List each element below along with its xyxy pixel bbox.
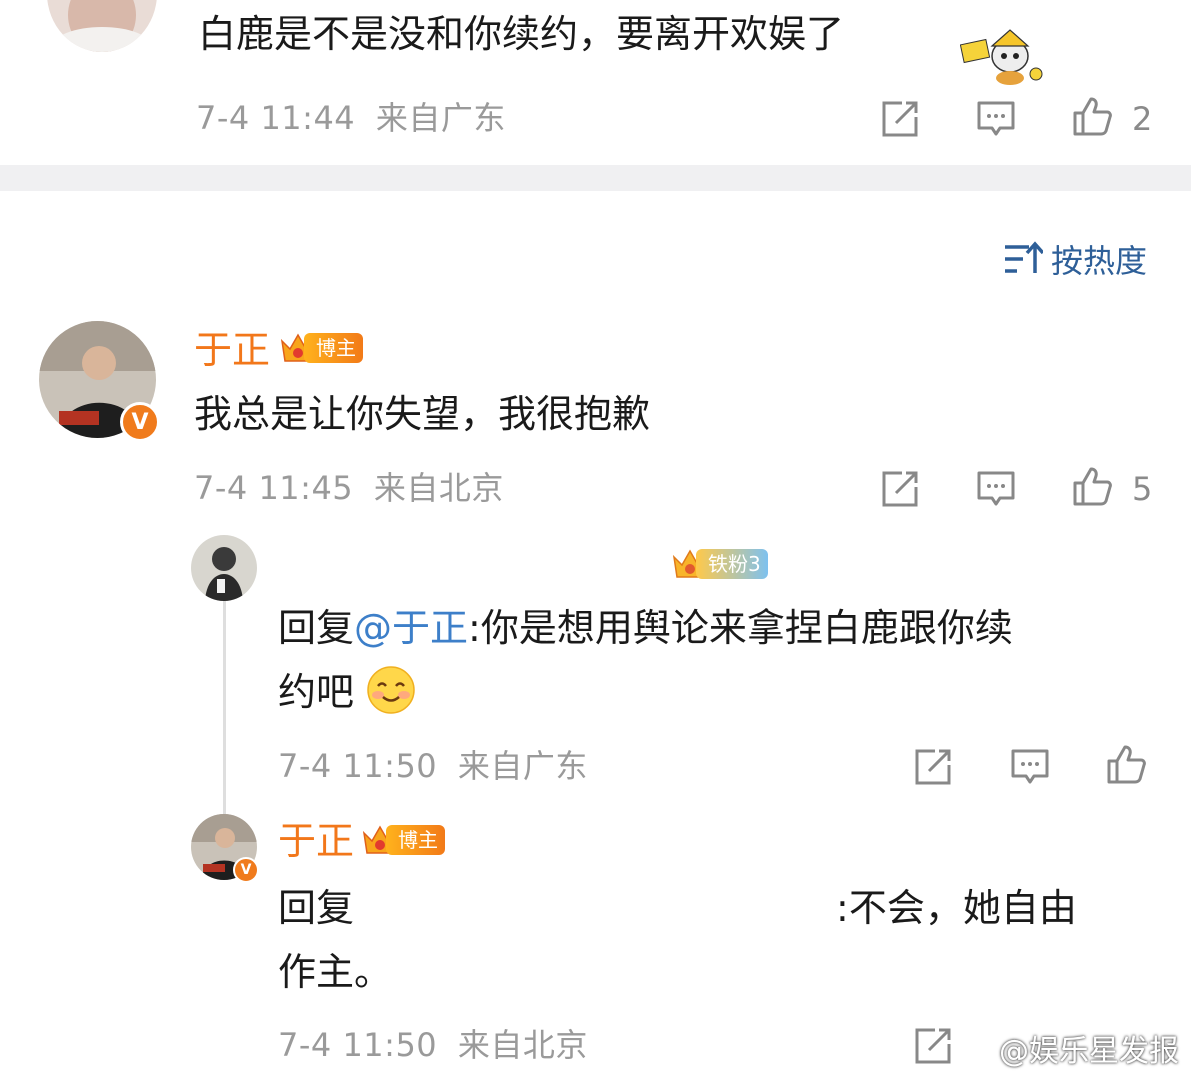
thumbs-up-icon[interactable] <box>1072 96 1112 136</box>
comment-time: 7-4 11:45 <box>194 469 354 507</box>
reply-body: :你是想用舆论来拿捏白鹿跟你续 <box>468 606 1013 650</box>
blogger-badge: 博主 <box>280 331 363 365</box>
sort-icon <box>1005 241 1043 273</box>
smile-emoji-icon <box>367 666 415 714</box>
share-icon[interactable] <box>880 99 920 139</box>
sort-label: 按热度 <box>1051 242 1148 280</box>
watermark-text: @娱乐星发报 <box>999 1034 1179 1069</box>
reply-prefix: 回复 <box>278 886 355 930</box>
reply-body-cont: 作主。 <box>278 950 393 994</box>
comment-text: 白鹿是不是没和你续约，要离开欢娱了 <box>198 12 845 56</box>
section-divider <box>0 165 1191 191</box>
comment-icon[interactable] <box>976 469 1016 509</box>
badge-label: 铁粉3 <box>696 549 768 579</box>
reply-body-cont: 约吧 <box>278 670 355 714</box>
badge-label: 博主 <box>304 333 363 363</box>
like-count: 5 <box>1132 470 1153 508</box>
reply-text: 回复 :不会，她自由 作主。 <box>278 876 1158 1004</box>
share-icon[interactable] <box>913 1026 953 1066</box>
comment-meta: 7-4 11:45 来自北京 <box>194 472 504 504</box>
redacted-username <box>354 891 836 931</box>
mention-link[interactable]: @于正 <box>354 606 468 650</box>
blogger-badge: 博主 <box>362 823 445 857</box>
comment-time: 7-4 11:44 <box>196 99 356 137</box>
reply-time: 7-4 11:50 <box>278 747 438 785</box>
reply-meta: 7-4 11:50 来自广东 <box>278 750 588 782</box>
reply-text: 回复@于正:你是想用舆论来拿捏白鹿跟你续 约吧 <box>278 596 1158 724</box>
reply-line: 约吧 <box>278 660 1158 724</box>
cat-sticker-icon <box>959 24 1046 86</box>
comment-location: 来自广东 <box>375 99 506 137</box>
username[interactable]: 于正 <box>194 331 270 369</box>
thumbs-up-icon[interactable] <box>1072 466 1112 506</box>
reply-line: 回复@于正:你是想用舆论来拿捏白鹿跟你续 <box>278 596 1158 660</box>
comment-text: 我总是让你失望，我很抱歉 <box>194 392 651 436</box>
verified-badge: V <box>120 402 160 442</box>
reply-meta: 7-4 11:50 来自北京 <box>278 1029 588 1061</box>
reply-time: 7-4 11:50 <box>278 1026 438 1064</box>
watermark: @娱乐星发报 <box>953 1026 1179 1070</box>
badge-label: 博主 <box>386 825 445 855</box>
reply-prefix: 回复 <box>278 606 355 650</box>
reply-line: 作主。 <box>278 940 1158 1004</box>
comment-location: 来自北京 <box>373 469 504 507</box>
thumbs-up-icon[interactable] <box>1106 744 1146 784</box>
comment-icon[interactable] <box>1010 747 1050 787</box>
avatar[interactable] <box>47 0 157 52</box>
reply-body: :不会，她自由 <box>836 886 1077 930</box>
comment-feed: 白鹿是不是没和你续约，要离开欢娱了 7-4 11:44 来自广东 2 按热度 V… <box>0 0 1191 1080</box>
reply-location: 来自广东 <box>457 747 588 785</box>
comment-icon[interactable] <box>976 99 1016 139</box>
thread-line <box>223 600 226 815</box>
verified-badge: V <box>233 857 259 883</box>
fan-badge: 铁粉3 <box>672 547 768 581</box>
weibo-logo-icon <box>953 1034 992 1064</box>
share-icon[interactable] <box>913 747 953 787</box>
reply-location: 来自北京 <box>457 1026 588 1064</box>
avatar[interactable] <box>191 535 257 601</box>
comment-meta: 7-4 11:44 来自广东 <box>196 102 506 134</box>
share-icon[interactable] <box>880 469 920 509</box>
reply-line: 回复 :不会，她自由 <box>278 876 1158 940</box>
like-count: 2 <box>1132 100 1153 138</box>
sort-toggle[interactable]: 按热度 <box>1003 236 1147 282</box>
username[interactable]: 于正 <box>278 822 354 860</box>
